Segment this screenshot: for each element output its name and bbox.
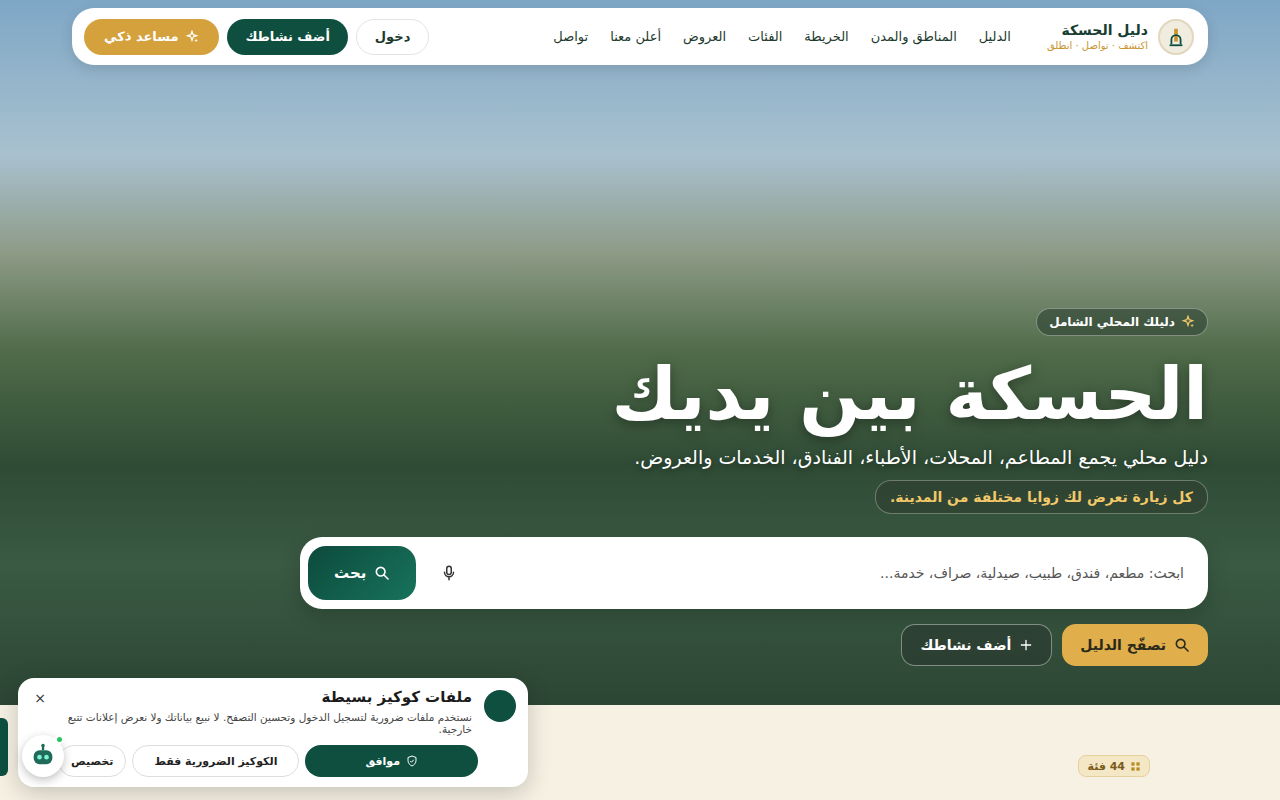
login-button[interactable]: دخول — [356, 19, 429, 55]
cookie-button[interactable]: تخصيص — [58, 745, 126, 777]
hero-action-label[interactable]: أضف نشاطك — [920, 637, 1011, 653]
hero-actions: تصفّح الدليل أضف نشاطك — [901, 624, 1208, 666]
shield-icon — [406, 755, 418, 767]
hero-badge: دليلك المحلي الشامل — [1036, 308, 1208, 336]
brand-text: دليل الحسكة اكتشف · تواصل · انطلق — [1047, 22, 1148, 51]
brand: دليل الحسكة اكتشف · تواصل · انطلق — [1047, 19, 1194, 55]
category-count: 44 فئة — [1087, 760, 1125, 773]
side-tab[interactable] — [0, 718, 8, 776]
cookie-icon — [484, 690, 516, 722]
hero-action-button[interactable]: تصفّح الدليل — [1062, 624, 1208, 666]
search-button[interactable]: بحث — [308, 546, 416, 600]
search-button-label[interactable]: بحث — [334, 564, 366, 582]
nav-link[interactable]: أعلن معنا — [610, 29, 661, 44]
plus-icon — [1019, 638, 1033, 652]
search-bar: بحث — [300, 537, 1208, 609]
cookie-text: نستخدم ملفات ضرورية لتسجيل الدخول وتحسين… — [58, 711, 472, 735]
brand-tagline: اكتشف · تواصل · انطلق — [1047, 40, 1148, 51]
cookie-title: ملفات كوكيز بسيطة — [58, 688, 472, 706]
cookie-button[interactable]: موافق — [305, 745, 478, 777]
cookie-text-block: ملفات كوكيز بسيطة نستخدم ملفات ضرورية لتس… — [58, 688, 472, 735]
hero-badge-label: دليلك المحلي الشامل — [1049, 315, 1175, 329]
grid-icon — [1130, 761, 1141, 772]
cookie-button-label[interactable]: الكوكيز الضرورية فقط — [154, 755, 277, 768]
assistant-button[interactable]: مساعد ذكي — [84, 19, 219, 55]
assistant-label[interactable]: مساعد ذكي — [104, 29, 178, 44]
add-business-button[interactable]: أضف نشاطك — [227, 19, 347, 55]
nav-link[interactable]: المناطق والمدن — [871, 29, 957, 44]
brand-name[interactable]: دليل الحسكة — [1047, 22, 1148, 38]
search-input[interactable] — [472, 565, 1184, 581]
hero-action-button[interactable]: أضف نشاطك — [901, 624, 1052, 666]
hero-action-label[interactable]: تصفّح الدليل — [1080, 637, 1166, 653]
nav-link[interactable]: الدليل — [979, 29, 1011, 44]
hero-title: الحسكة بين يديك — [612, 348, 1208, 440]
online-dot — [55, 735, 64, 744]
nav-link[interactable]: العروض — [683, 29, 726, 44]
chatbot-button[interactable] — [22, 735, 64, 777]
sparkle-icon — [185, 30, 199, 44]
logo-icon[interactable] — [1158, 19, 1194, 55]
nav-link[interactable]: الخريطة — [804, 29, 848, 44]
microphone-icon — [440, 564, 458, 582]
nav-links: الدليل المناطق والمدن الخريطة الفئات العروض أ… — [553, 29, 1011, 44]
nav-link[interactable]: الفئات — [748, 29, 782, 44]
sparkle-icon — [1181, 315, 1195, 329]
robot-icon — [29, 742, 57, 770]
search-icon — [1174, 637, 1190, 653]
mic-icon[interactable] — [440, 564, 458, 582]
hero-subtitle: دليل محلي يجمع المطاعم، المحلات، الأطباء… — [634, 446, 1208, 468]
close-button[interactable]: × — [30, 688, 50, 708]
cookie-header: ملفات كوكيز بسيطة نستخدم ملفات ضرورية لتس… — [58, 688, 516, 735]
cookie-button[interactable]: الكوكيز الضرورية فقط — [132, 745, 299, 777]
search-icon — [374, 565, 390, 581]
cookie-button-label[interactable]: موافق — [365, 755, 400, 768]
top-nav: دليل الحسكةاكتشف · تواصل · انطلقالدليلال… — [72, 8, 1208, 65]
hero-content: دليلك المحلي الشامل الحسكة بين يديك دليل م… — [72, 308, 1208, 666]
cookie-banner: ملفات كوكيز بسيطة نستخدم ملفات ضرورية لتس… — [18, 678, 528, 787]
cookie-button-label[interactable]: تخصيص — [71, 755, 113, 768]
nav-link[interactable]: تواصل — [553, 29, 588, 44]
cookie-buttons: موافق الكوكيز الضرورية فقط تخصيص — [58, 745, 478, 777]
category-count-badge: 44 فئة — [1078, 755, 1150, 777]
hero: دليل الحسكةاكتشف · تواصل · انطلقالدليلال… — [0, 0, 1280, 705]
minaret-icon — [1165, 26, 1187, 48]
nav-buttons: دخولأضف نشاطك مساعد ذكي — [84, 19, 429, 55]
hero-note: كل زيارة تعرض لك زوايا مختلفة من المدينة… — [875, 480, 1208, 514]
